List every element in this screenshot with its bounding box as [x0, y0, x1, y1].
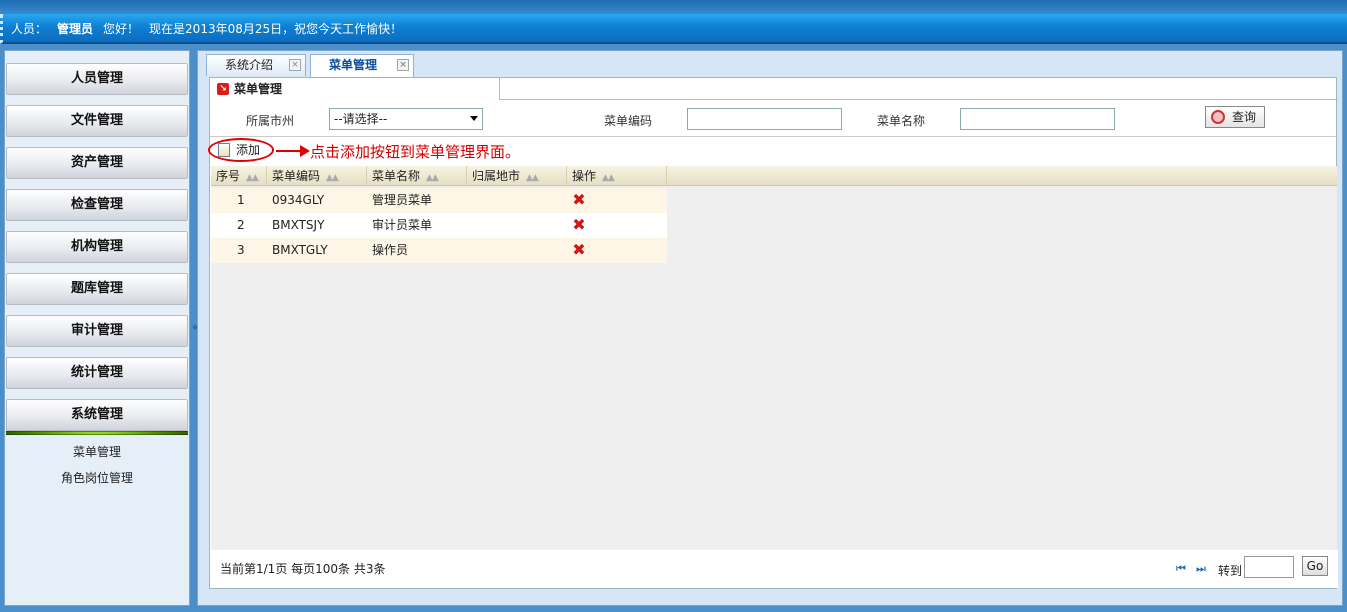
last-page-icon[interactable]: ⏭ — [1196, 562, 1206, 576]
panel-title: 菜单管理 — [234, 82, 283, 96]
sidebar-item-files[interactable]: 文件管理 — [6, 105, 188, 137]
go-button[interactable]: Go — [1302, 556, 1328, 576]
code-input[interactable] — [687, 108, 842, 130]
column-header-city[interactable]: 归属地市 ▲▲ — [467, 166, 567, 186]
first-page-icon[interactable]: ⏮ — [1176, 562, 1186, 576]
name-label: 菜单名称 — [877, 114, 926, 128]
tab-label: 系统介绍 — [225, 58, 274, 72]
data-grid: 序号 ▲▲ 菜单编码 ▲▲ 菜单名称 ▲▲ 归属地市 ▲▲ 操作 ▲▲ 1 0934GLY… — [211, 166, 1337, 550]
user-info-bar: 人员： 管理员 您好！ 现在是2013年08月25日，祝您今天工作愉快！ — [0, 14, 1347, 44]
column-header-no[interactable]: 序号 ▲▲ — [211, 166, 267, 186]
arrow-icon: ↘ — [217, 83, 229, 95]
sidebar-item-system[interactable]: 系统管理 — [6, 399, 188, 431]
query-label: 查询 — [1232, 110, 1257, 124]
table-row[interactable]: 1 0934GLY 管理员菜单 ✖ — [211, 188, 667, 213]
panel-title-tab: ↘ 菜单管理 — [210, 78, 500, 100]
table-row[interactable]: 3 BMXTGLY 操作员 ✖ — [211, 238, 667, 263]
subitem-menu-management[interactable]: 菜单管理 — [5, 439, 189, 465]
goto-page-input[interactable] — [1244, 556, 1294, 578]
search-icon — [1211, 110, 1225, 124]
panel-header: ↘ 菜单管理 — [210, 78, 1338, 100]
city-select-value: --请选择-- — [334, 112, 388, 126]
cell-code: BMXTSJY — [272, 218, 325, 232]
column-header-name[interactable]: 菜单名称 ▲▲ — [367, 166, 467, 186]
annotation-text: 点击添加按钮到菜单管理界面。 — [310, 143, 521, 161]
grid-rows: 1 0934GLY 管理员菜单 ✖ 2 BMXTSJY 审计员菜单 ✖ 3 BM… — [211, 188, 667, 263]
cell-name: 管理员菜单 — [372, 193, 433, 207]
city-select[interactable]: --请选择-- — [329, 108, 483, 130]
page-info: 当前第1/1页 每页100条 共3条 — [220, 562, 386, 576]
cell-code: BMXTGLY — [272, 243, 328, 257]
tab-menu-management[interactable]: 菜单管理 × — [310, 54, 414, 77]
close-icon[interactable]: × — [289, 59, 301, 71]
name-input[interactable] — [960, 108, 1115, 130]
sidebar-item-question-bank[interactable]: 题库管理 — [6, 273, 188, 305]
code-label: 菜单编码 — [604, 114, 653, 128]
tab-system-intro[interactable]: 系统介绍 × — [206, 54, 306, 76]
query-button[interactable]: 查询 — [1205, 106, 1265, 128]
table-row[interactable]: 2 BMXTSJY 审计员菜单 ✖ — [211, 213, 667, 238]
sort-icon: ▲▲ — [426, 173, 439, 183]
toolbar: 添加 点击添加按钮到菜单管理界面。 — [208, 138, 1338, 164]
sidebar-item-audit[interactable]: 审计管理 — [6, 315, 188, 347]
sidebar: 人员管理 文件管理 资产管理 检查管理 机构管理 题库管理 审计管理 统计管理 … — [4, 50, 190, 606]
goto-label: 转到 — [1218, 564, 1243, 578]
highlight-oval — [208, 138, 274, 162]
sort-icon: ▲▲ — [246, 173, 259, 183]
date-text: 现在是2013年08月25日，祝您今天工作愉快！ — [149, 22, 403, 36]
column-header-code[interactable]: 菜单编码 ▲▲ — [267, 166, 367, 186]
cell-no: 1 — [237, 193, 245, 207]
greeting-text: 您好！ — [103, 22, 140, 36]
column-header-action[interactable]: 操作 ▲▲ — [567, 166, 667, 186]
delete-icon[interactable]: ✖ — [572, 192, 586, 208]
grid-header: 序号 ▲▲ 菜单编码 ▲▲ 菜单名称 ▲▲ 归属地市 ▲▲ 操作 ▲▲ — [211, 166, 1337, 186]
cell-no: 2 — [237, 218, 245, 232]
sort-icon: ▲▲ — [602, 173, 615, 183]
cell-no: 3 — [237, 243, 245, 257]
delete-icon[interactable]: ✖ — [572, 242, 586, 258]
content-panel: ↘ 菜单管理 所属市州 --请选择-- 菜单编码 菜单名称 查询 添加 点击添加… — [208, 77, 1338, 589]
city-label: 所属市州 — [246, 114, 295, 128]
sidebar-item-inspection[interactable]: 检查管理 — [6, 189, 188, 221]
delete-icon[interactable]: ✖ — [572, 217, 586, 233]
search-bar: 所属市州 --请选择-- 菜单编码 菜单名称 查询 — [210, 106, 1338, 134]
subitem-role-management[interactable]: 角色岗位管理 — [5, 465, 189, 491]
pager: 当前第1/1页 每页100条 共3条 ⏮ ⏭ 转到 Go — [210, 550, 1338, 588]
tab-label: 菜单管理 — [329, 58, 378, 72]
sidebar-item-personnel[interactable]: 人员管理 — [6, 63, 188, 95]
divider — [210, 136, 1338, 137]
user-label: 人员： — [11, 22, 48, 36]
cell-name: 审计员菜单 — [372, 218, 433, 232]
main-area: 系统介绍 × 菜单管理 × ↘ 菜单管理 所属市州 --请选择-- 菜单编码 菜… — [197, 50, 1343, 606]
sidebar-item-assets[interactable]: 资产管理 — [6, 147, 188, 179]
sidebar-item-organization[interactable]: 机构管理 — [6, 231, 188, 263]
chevron-down-icon — [470, 116, 478, 121]
cell-name: 操作员 — [372, 243, 409, 257]
sort-icon: ▲▲ — [326, 173, 339, 183]
annotation-arrow-head — [300, 145, 310, 157]
sidebar-item-statistics[interactable]: 统计管理 — [6, 357, 188, 389]
sort-icon: ▲▲ — [526, 173, 539, 183]
annotation-arrow-line — [276, 150, 302, 152]
close-icon[interactable]: × — [397, 59, 409, 71]
cell-code: 0934GLY — [272, 193, 325, 207]
user-name: 管理员 — [57, 22, 94, 36]
